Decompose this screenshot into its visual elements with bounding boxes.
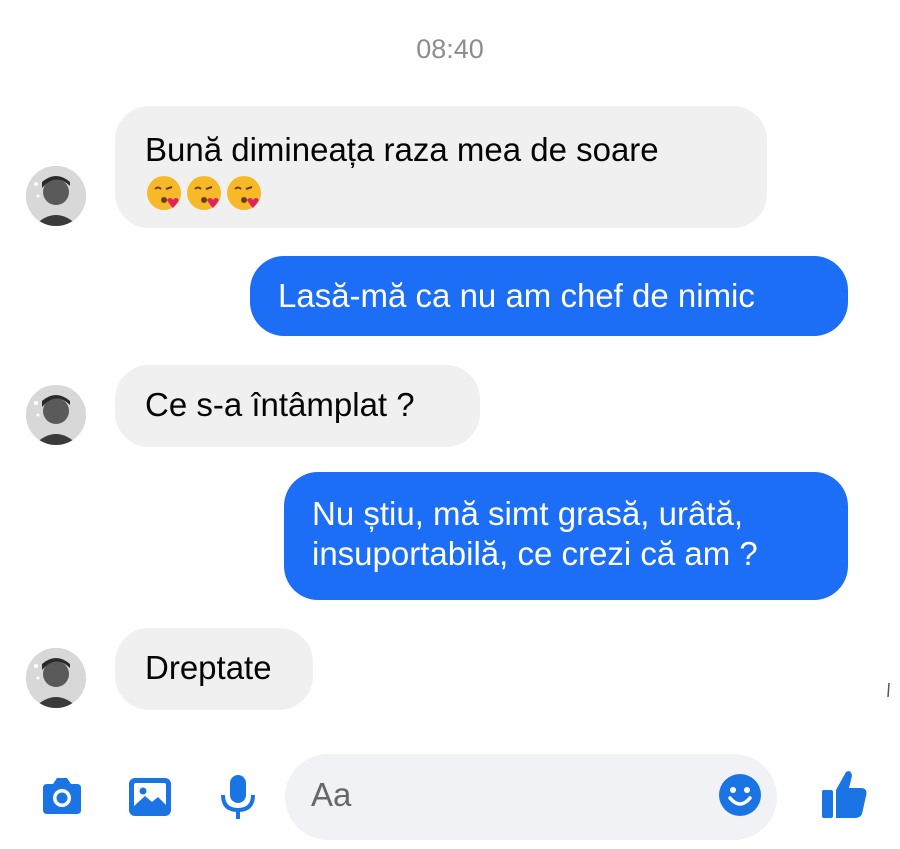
- scroll-indicator: [887, 682, 890, 698]
- message-input[interactable]: Aa: [285, 754, 777, 840]
- message-text: Ce s-a întâmplat ?: [145, 386, 415, 423]
- contact-avatar[interactable]: [26, 385, 86, 445]
- message-text: Bună dimineața raza mea de soare: [145, 131, 659, 168]
- microphone-icon[interactable]: [213, 772, 263, 822]
- message-text-line: insuportabilă, ce crezi că am ?: [312, 535, 758, 572]
- emoji-icon[interactable]: [717, 772, 763, 818]
- incoming-message-bubble[interactable]: Bună dimineața raza mea de soare: [115, 106, 767, 228]
- incoming-message-bubble[interactable]: Dreptate: [115, 628, 313, 710]
- kiss-heart-emoji-icon: [187, 176, 221, 210]
- message-input-placeholder: Aa: [311, 776, 352, 813]
- message-text: Dreptate: [145, 649, 272, 686]
- outgoing-message-bubble[interactable]: Nu știu, mă simt grasă, urâtă, insuporta…: [284, 472, 848, 600]
- image-icon[interactable]: [125, 772, 175, 822]
- message-composer: Aa: [0, 752, 900, 842]
- emoji-row: [145, 174, 737, 212]
- message-text: Lasă-mă ca nu am chef de nimic: [278, 277, 755, 314]
- camera-icon[interactable]: [37, 772, 87, 822]
- contact-avatar[interactable]: [26, 648, 86, 708]
- message-text-line: Nu știu, mă simt grasă, urâtă,: [312, 495, 743, 532]
- kiss-heart-emoji-icon: [227, 176, 261, 210]
- thumbs-up-icon[interactable]: [818, 766, 870, 822]
- outgoing-message-bubble[interactable]: Lasă-mă ca nu am chef de nimic: [250, 256, 848, 336]
- contact-avatar[interactable]: [26, 166, 86, 226]
- incoming-message-bubble[interactable]: Ce s-a întâmplat ?: [115, 365, 480, 447]
- kiss-heart-emoji-icon: [147, 176, 181, 210]
- message-timestamp: 08:40: [416, 34, 484, 64]
